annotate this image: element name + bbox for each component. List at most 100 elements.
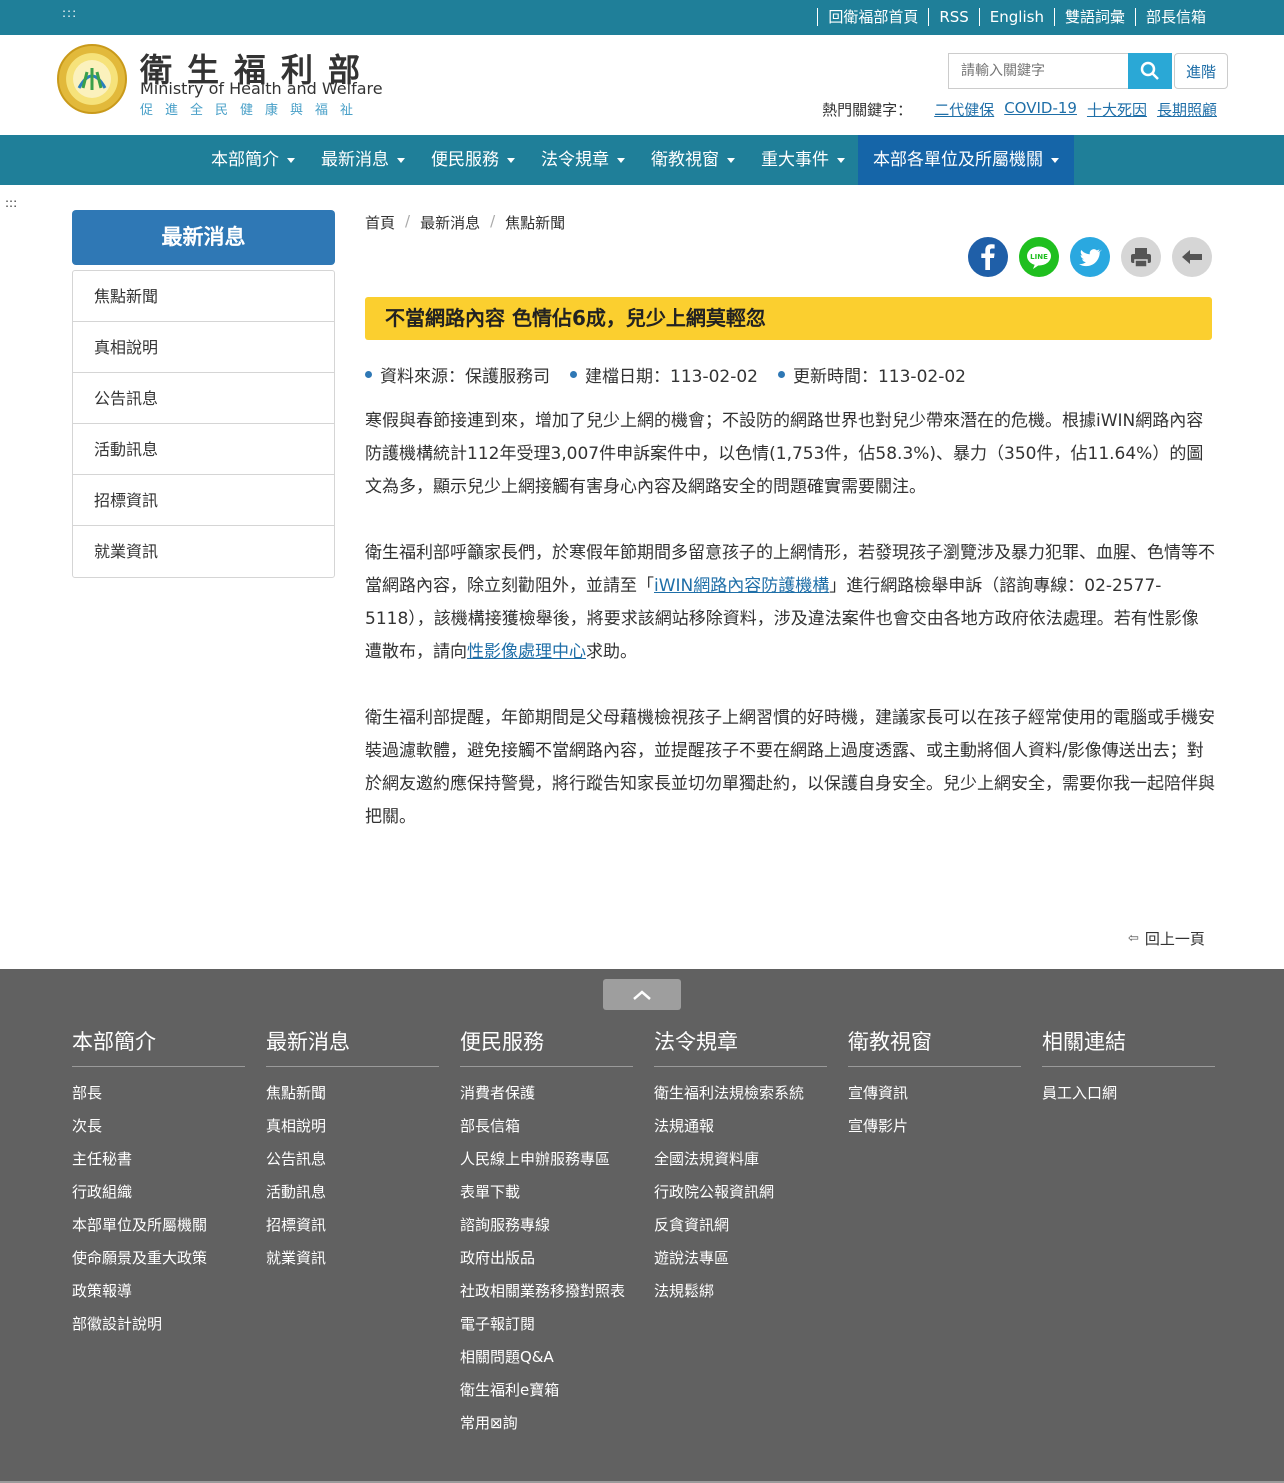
footer-link[interactable]: 政策報導 bbox=[72, 1281, 245, 1301]
caret-down-icon bbox=[507, 157, 515, 163]
sidebar-item-events[interactable]: 活動訊息 bbox=[73, 424, 334, 475]
top-link-rss[interactable]: RSS bbox=[928, 8, 978, 26]
footer-link[interactable]: 宣傳影片 bbox=[848, 1116, 1021, 1136]
top-link-glossary[interactable]: 雙語詞彙 bbox=[1053, 8, 1135, 26]
article-meta: 資料來源：保護服務司 建檔日期：113-02-02 更新時間：113-02-02 bbox=[365, 362, 986, 387]
footer-heading[interactable]: 衛教視窗 bbox=[848, 1026, 1021, 1067]
top-link-english[interactable]: English bbox=[978, 8, 1054, 26]
nav-item-regulations[interactable]: 法令規章 bbox=[528, 135, 638, 185]
footer-link[interactable]: 部徽設計說明 bbox=[72, 1314, 245, 1334]
footer-link[interactable]: 常用⊠詢 bbox=[460, 1413, 633, 1433]
footer-link[interactable]: 政府出版品 bbox=[460, 1248, 633, 1268]
footer-link[interactable]: 活動訊息 bbox=[266, 1182, 439, 1202]
footer-link[interactable]: 相關問題Q&A bbox=[460, 1347, 633, 1367]
footer-link[interactable]: 諮詢服務專線 bbox=[460, 1215, 633, 1235]
sidebar-item-tenders[interactable]: 招標資訊 bbox=[73, 475, 334, 526]
sidebar-title: 最新消息 bbox=[72, 210, 335, 265]
top-links: 回衛福部首頁 RSS English 雙語詞彙 部長信箱 bbox=[817, 8, 1216, 26]
article-paragraph: 衛生福利部提醒，年節期間是父母藉機檢視孩子上網習慣的好時機，建議家長可以在孩子經… bbox=[365, 708, 1215, 827]
footer-link[interactable]: 本部單位及所屬機關 bbox=[72, 1215, 245, 1235]
meta-source-text: 資料來源：保護服務司 bbox=[380, 367, 550, 387]
footer-link[interactable]: 全國法規資料庫 bbox=[654, 1149, 827, 1169]
breadcrumb-home[interactable]: 首頁 bbox=[365, 212, 395, 233]
footer-heading[interactable]: 最新消息 bbox=[266, 1026, 439, 1067]
footer-link[interactable]: 行政組織 bbox=[72, 1182, 245, 1202]
top-link-mailbox[interactable]: 部長信箱 bbox=[1134, 8, 1216, 26]
footer-link[interactable]: 行政院公報資訊網 bbox=[654, 1182, 827, 1202]
footer-column-about: 本部簡介 部長 次長 主任秘書 行政組織 本部單位及所屬機關 使命願景及重大政策… bbox=[72, 1026, 245, 1347]
footer-link[interactable]: 社政相關業務移撥對照表 bbox=[460, 1281, 633, 1301]
scroll-to-top-button[interactable] bbox=[603, 979, 681, 1010]
footer-link[interactable]: 招標資訊 bbox=[266, 1215, 439, 1235]
footer-link[interactable]: 真相說明 bbox=[266, 1116, 439, 1136]
footer-link[interactable]: 使命願景及重大政策 bbox=[72, 1248, 245, 1268]
footer-heading[interactable]: 便民服務 bbox=[460, 1026, 633, 1067]
hot-keyword-link[interactable]: 十大死因 bbox=[1087, 99, 1147, 120]
nav-item-services[interactable]: 便民服務 bbox=[418, 135, 528, 185]
footer-link[interactable]: 宣傳資訊 bbox=[848, 1083, 1021, 1103]
footer-heading[interactable]: 法令規章 bbox=[654, 1026, 827, 1067]
meta-source: 資料來源：保護服務司 bbox=[365, 362, 550, 387]
footer-link[interactable]: 法規通報 bbox=[654, 1116, 827, 1136]
nav-item-label: 本部簡介 bbox=[211, 150, 279, 170]
article-paragraph: 衛生福利部呼籲家長們，於寒假年節期間多留意孩子的上網情形，若發現孩子瀏覽涉及暴力… bbox=[365, 537, 1215, 669]
hot-keyword-link[interactable]: 二代健保 bbox=[934, 99, 994, 120]
logo-english-name: Ministry of Health and Welfare bbox=[140, 79, 383, 98]
caret-down-icon bbox=[287, 157, 295, 163]
line-icon[interactable]: LINE bbox=[1019, 237, 1059, 277]
footer-link[interactable]: 主任秘書 bbox=[72, 1149, 245, 1169]
nav-item-about[interactable]: 本部簡介 bbox=[198, 135, 308, 185]
sidebar-item-announcements[interactable]: 公告訊息 bbox=[73, 373, 334, 424]
iwin-link[interactable]: iWIN網路內容防護機構 bbox=[654, 576, 829, 596]
content-accesskey[interactable]: ::: bbox=[5, 196, 17, 210]
ministry-logo-icon[interactable] bbox=[57, 44, 127, 114]
search-input[interactable] bbox=[948, 53, 1128, 89]
hot-keyword-link[interactable]: COVID-19 bbox=[1004, 99, 1077, 120]
article-body: 寒假與春節接連到來，增加了兒少上網的機會；不設防的網路世界也對兒少帶來潛在的危機… bbox=[365, 405, 1215, 867]
sidebar-item-jobs[interactable]: 就業資訊 bbox=[73, 526, 334, 577]
nav-item-news[interactable]: 最新消息 bbox=[308, 135, 418, 185]
footer-link[interactable]: 部長 bbox=[72, 1083, 245, 1103]
footer-link[interactable]: 公告訊息 bbox=[266, 1149, 439, 1169]
facebook-icon[interactable] bbox=[968, 237, 1008, 277]
footer-link[interactable]: 反貪資訊網 bbox=[654, 1215, 827, 1235]
footer-link[interactable]: 衛生福利法規檢索系統 bbox=[654, 1083, 827, 1103]
nav-item-health-education[interactable]: 衛教視窗 bbox=[638, 135, 748, 185]
footer-link[interactable]: 法規鬆綁 bbox=[654, 1281, 827, 1301]
twitter-icon[interactable] bbox=[1070, 237, 1110, 277]
top-link-home[interactable]: 回衛福部首頁 bbox=[817, 8, 928, 26]
footer-link[interactable]: 遊說法專區 bbox=[654, 1248, 827, 1268]
footer-link[interactable]: 衛生福利e寶箱 bbox=[460, 1380, 633, 1400]
back-to-previous-link[interactable]: ⇦ 回上一頁 bbox=[1128, 928, 1205, 949]
footer-link[interactable]: 消費者保護 bbox=[460, 1083, 633, 1103]
bullet-icon bbox=[777, 371, 785, 378]
footer-link[interactable]: 部長信箱 bbox=[460, 1116, 633, 1136]
sidebar-item-focus-news[interactable]: 焦點新聞 bbox=[73, 271, 334, 322]
footer-heading[interactable]: 相關連結 bbox=[1042, 1026, 1215, 1067]
print-icon[interactable] bbox=[1121, 237, 1161, 277]
breadcrumb-current[interactable]: 焦點新聞 bbox=[505, 212, 565, 233]
breadcrumb-news[interactable]: 最新消息 bbox=[420, 212, 480, 233]
nav-item-units[interactable]: 本部各單位及所屬機關 bbox=[858, 135, 1074, 185]
advanced-search-button[interactable]: 進階 bbox=[1174, 53, 1228, 89]
hot-keyword-link[interactable]: 長期照顧 bbox=[1157, 99, 1217, 120]
footer-column-regulations: 法令規章 衛生福利法規檢索系統 法規通報 全國法規資料庫 行政院公報資訊網 反貪… bbox=[654, 1026, 827, 1314]
footer-heading[interactable]: 本部簡介 bbox=[72, 1026, 245, 1067]
footer-link[interactable]: 次長 bbox=[72, 1116, 245, 1136]
caret-down-icon bbox=[727, 157, 735, 163]
footer-column-related-links: 相關連結 員工入口網 bbox=[1042, 1026, 1215, 1116]
sexual-image-center-link[interactable]: 性影像處理中心 bbox=[467, 642, 586, 662]
footer-link[interactable]: 表單下載 bbox=[460, 1182, 633, 1202]
back-arrow-icon[interactable] bbox=[1172, 237, 1212, 277]
top-accesskey[interactable]: ::: bbox=[62, 6, 77, 20]
footer-link[interactable]: 電子報訂閱 bbox=[460, 1314, 633, 1334]
nav-item-major-events[interactable]: 重大事件 bbox=[748, 135, 858, 185]
sidebar-item-clarification[interactable]: 真相說明 bbox=[73, 322, 334, 373]
footer-link[interactable]: 員工入口網 bbox=[1042, 1083, 1215, 1103]
chevron-up-icon bbox=[633, 989, 651, 1000]
caret-down-icon bbox=[1051, 157, 1059, 163]
search-button[interactable] bbox=[1128, 53, 1172, 89]
footer-link[interactable]: 焦點新聞 bbox=[266, 1083, 439, 1103]
footer-link[interactable]: 人民線上申辦服務專區 bbox=[460, 1149, 633, 1169]
footer-link[interactable]: 就業資訊 bbox=[266, 1248, 439, 1268]
